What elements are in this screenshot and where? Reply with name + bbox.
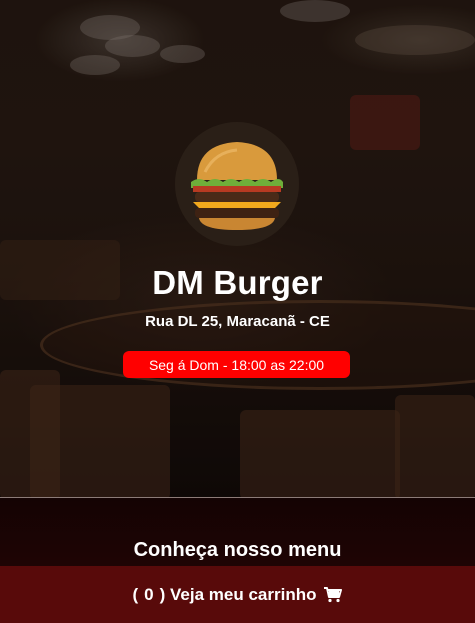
cart-count: 0 xyxy=(144,584,154,604)
cart-icon xyxy=(324,586,343,603)
opening-hours-badge: Seg á Dom - 18:00 as 22:00 xyxy=(123,351,350,378)
cart-label: ) Veja meu carrinho xyxy=(159,584,317,604)
store-name: DM Burger xyxy=(152,264,323,301)
menu-heading: Conheça nosso menu xyxy=(133,539,342,561)
view-cart-button[interactable]: ( 0 ) Veja meu carrinho xyxy=(0,566,475,623)
store-address: Rua DL 25, Maracanã - CE xyxy=(145,313,330,330)
hero-background xyxy=(0,0,475,498)
cart-open-paren: ( xyxy=(132,584,139,604)
burger-logo-icon xyxy=(175,122,299,246)
